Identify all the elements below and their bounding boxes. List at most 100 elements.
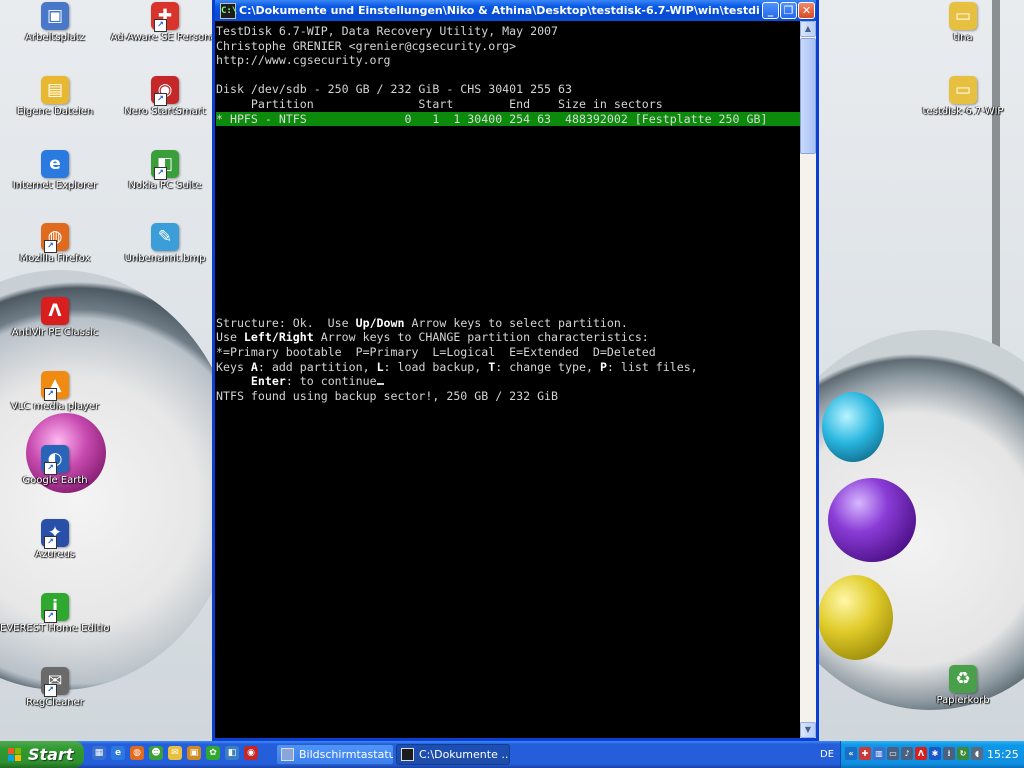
tray-network-icon[interactable]: ▥ <box>873 747 885 760</box>
desktop-icon-papierkorb[interactable]: ♻ Papierkorb <box>908 665 1018 731</box>
desktop-icon-label: Azureus <box>34 549 76 560</box>
desktop-icon-google-earth[interactable]: ◐ ↗ Google Earth <box>0 445 110 511</box>
task-label: Bildschirmtastatur <box>299 748 394 761</box>
scroll-down-arrow-icon[interactable]: ▼ <box>800 722 816 738</box>
start-label: Start <box>28 745 74 764</box>
tray-sync-icon[interactable]: ↻ <box>957 747 969 760</box>
desktop-icon-regcleaner[interactable]: ✉ ↗ RegCleaner <box>0 667 110 733</box>
tray-shield-icon[interactable]: ✚ <box>859 747 871 760</box>
tray-antivir-icon[interactable]: Λ <box>915 747 927 760</box>
desktop-icon-label: Mozilla Firefox <box>19 253 91 264</box>
shortcut-arrow-icon: ↗ <box>44 684 57 697</box>
shortcut-arrow-icon: ↗ <box>44 462 57 475</box>
desktop-icon-label: RegCleaner <box>26 697 84 708</box>
show-desktop-icon[interactable]: ▦ <box>92 746 106 760</box>
header-line-3: http://www.cgsecurity.org <box>216 53 391 68</box>
restore-button[interactable]: ❐ <box>780 2 797 19</box>
desktop-icon-ad-aware[interactable]: ✚ ↗ Ad-Aware SE Personal <box>110 2 220 68</box>
desktop-icon-vlc[interactable]: ▲ ↗ VLC media player <box>0 371 110 437</box>
wallpaper-cyan-toy <box>822 392 884 462</box>
wallpaper-yellow-ball <box>818 575 893 660</box>
desktop-icon-label: Unbenannt.bmp <box>124 253 206 264</box>
ntfs-status-line: NTFS found using backup sector!, 250 GB … <box>216 388 559 403</box>
unbenannt-bmp-icon: ✎ <box>151 223 179 251</box>
tray-speaker-icon[interactable]: ◖ <box>971 747 983 760</box>
key-enter: Enter <box>250 374 286 389</box>
desktop-icon-label: Nero StartSmart <box>124 106 206 117</box>
start-button[interactable]: Start <box>0 741 84 768</box>
nero-quick-icon[interactable]: ◉ <box>244 746 258 760</box>
disk-info-line: Disk /dev/sdb - 250 GB / 232 GiB - CHS 3… <box>216 82 572 97</box>
console-app-icon[interactable]: C:\ <box>220 3 237 19</box>
shortcut-arrow-icon: ↗ <box>44 610 57 623</box>
ie-quick-icon[interactable]: e <box>111 746 125 760</box>
messenger-quick-icon[interactable]: ☻ <box>149 746 163 760</box>
media-quick-icon[interactable]: ◧ <box>225 746 239 760</box>
wallpaper-purple-ball <box>828 478 916 562</box>
desktop-icon-label: testdisk-6.7-WIP <box>922 106 1004 117</box>
console-window[interactable]: C:\ C:\Dokumente und Einstellungen\Niko … <box>212 0 819 741</box>
desktop-icon-everest[interactable]: i ↗ EVEREST Home Edition <box>0 593 110 659</box>
desktop-icon-label: Google Earth <box>22 475 88 486</box>
desktop-icon-nero-startsmart[interactable]: ◉ ↗ Nero StartSmart <box>110 76 220 142</box>
desktop-icon-azureus[interactable]: ✦ ↗ Azureus <box>0 519 110 585</box>
quick-launch-bar: ▦ e ◍ ☻ ✉ ▣ ✿ ◧ ◉ <box>92 746 272 764</box>
desktop-icon-arbeitsplatz[interactable]: ▣ Arbeitsplatz <box>0 2 110 68</box>
desktop-icon-label: AntiVir PE Classic <box>11 327 99 338</box>
photo-quick-icon[interactable]: ▣ <box>187 746 201 760</box>
shortcut-arrow-icon: ↗ <box>44 388 57 401</box>
tray-bluetooth-icon[interactable]: ✱ <box>929 747 941 760</box>
key-a: A <box>250 359 258 374</box>
window-titlebar[interactable]: C:\ C:\Dokumente und Einstellungen\Niko … <box>215 0 816 21</box>
chat-quick-icon[interactable]: ✉ <box>168 746 182 760</box>
vertical-scrollbar[interactable]: ▲ ▼ <box>800 21 816 738</box>
task-testdisk[interactable]: C:\Dokumente ... <box>396 744 510 765</box>
tray-volume-icon[interactable]: ♪ <box>901 747 913 760</box>
desktop-icon-eigene-dateien[interactable]: ▤ Eigene Dateien <box>0 76 110 142</box>
task-label: C:\Dokumente ... <box>419 748 510 761</box>
desktop-icon-internet-explorer[interactable]: e Internet Explorer <box>0 150 110 216</box>
close-button[interactable]: ✕ <box>798 2 815 19</box>
desktop-icon-label: Internet Explorer <box>12 180 98 191</box>
tray-monitor-icon[interactable]: ▭ <box>887 747 899 760</box>
desktop-icon-label: Papierkorb <box>936 695 990 706</box>
terminal-output[interactable]: TestDisk 6.7-WIP, Data Recovery Utility,… <box>215 21 800 738</box>
tray-dots-icon[interactable]: ⁞ <box>943 747 955 760</box>
partition-row-selected[interactable]: * HPFS - NTFS 0 1 1 30400 254 63 4883920… <box>216 111 800 127</box>
minimize-button[interactable]: _ <box>762 2 779 19</box>
task-bildschirmtastatur[interactable]: Bildschirmtastatur <box>276 744 394 765</box>
desktop-icon-label: Eigene Dateien <box>16 106 94 117</box>
text-cursor <box>376 383 384 386</box>
tray-arrow-icon[interactable]: « <box>845 747 857 760</box>
system-tray: «✚ ▥ ▭ ♪ Λ ✱ ⁞ ↻ ◖ 15:25 <box>840 741 1024 768</box>
desktop-icon-unbenannt-bmp[interactable]: ✎ Unbenannt.bmp <box>110 223 220 289</box>
internet-explorer-icon: e <box>41 150 69 178</box>
scrollbar-thumb[interactable] <box>800 38 816 154</box>
desktop-icon-antivir[interactable]: Λ AntiVir PE Classic <box>0 297 110 363</box>
desktop-icon-label: Arbeitsplatz <box>25 32 85 43</box>
scroll-up-arrow-icon[interactable]: ▲ <box>800 21 816 37</box>
left-right-line: Use Left/Right Arrow keys to CHANGE part… <box>216 330 649 345</box>
desktop-icon-label: tina <box>953 32 973 43</box>
arbeitsplatz-icon: ▣ <box>41 2 69 30</box>
plugin-quick-icon[interactable]: ✿ <box>206 746 220 760</box>
language-indicator[interactable]: DE <box>820 746 834 763</box>
desktop-icon-mozilla-firefox[interactable]: ◍ ↗ Mozilla Firefox <box>0 223 110 289</box>
clock[interactable]: 15:25 <box>987 741 1019 768</box>
partition-column-headers: Partition Start End Size in sectors <box>216 96 663 111</box>
antivir-icon: Λ <box>41 297 69 325</box>
firefox-quick-icon[interactable]: ◍ <box>130 746 144 760</box>
shortcut-arrow-icon: ↗ <box>44 536 57 549</box>
structure-line: Structure: Ok. Use Up/Down Arrow keys to… <box>216 315 628 330</box>
desktop: ▣ Arbeitsplatz ✚ ↗ Ad-Aware SE Personal ▤ Eige… <box>0 0 1024 768</box>
keyboard-icon <box>281 748 294 761</box>
desktop-icon-label: Nokia PC Suite <box>128 180 202 191</box>
desktop-icon-tina[interactable]: ▭ tina <box>908 2 1018 68</box>
tina-icon: ▭ <box>949 2 977 30</box>
desktop-icon-testdisk-folder[interactable]: ▭ testdisk-6.7-WIP <box>908 76 1018 142</box>
desktop-icon-nokia-pc-suite[interactable]: ◧ ↗ Nokia PC Suite <box>110 150 220 216</box>
console-icon <box>401 748 414 761</box>
shortcut-arrow-icon: ↗ <box>154 167 167 180</box>
desktop-icon-label: EVEREST Home Edition <box>0 623 110 634</box>
key-p: P <box>599 359 607 374</box>
